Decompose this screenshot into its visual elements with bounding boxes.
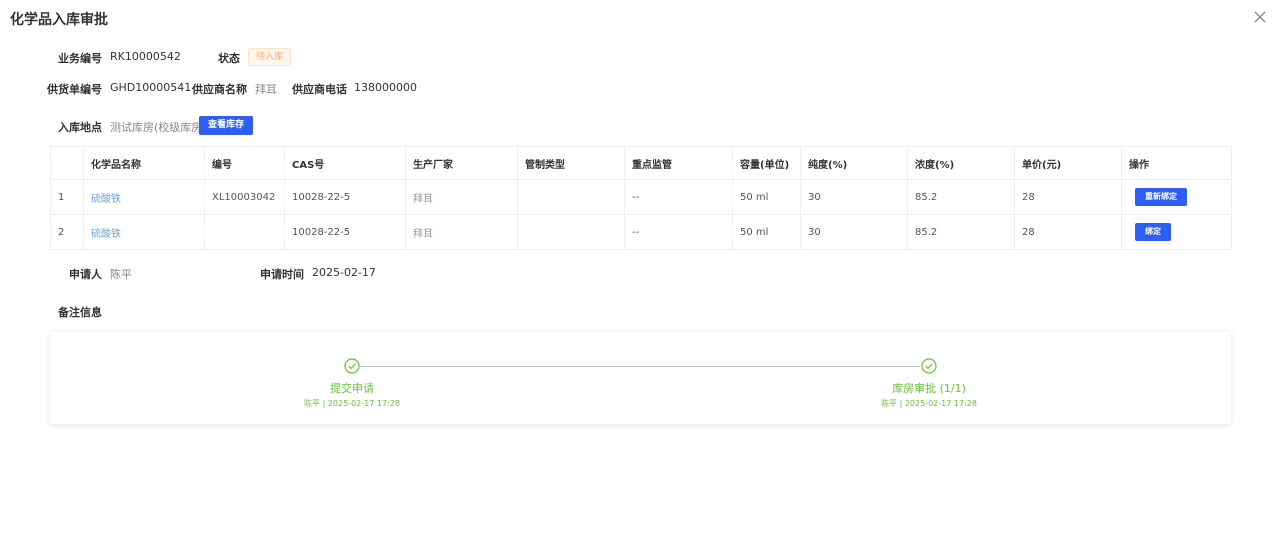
step-submit-meta: 陈平 | 2025-02-17 17:28 — [304, 399, 400, 408]
header-name: 化学品名称 — [83, 146, 205, 180]
remark-label: 备注信息 — [58, 306, 102, 319]
supplier-phone-value: 138000000 — [354, 81, 417, 94]
supplier-phone-label: 供应商电话 — [292, 83, 347, 96]
table-row: 2 硫酸铁 10028-22-5 拜耳 -- 50 ml 30 85.2 28 … — [50, 214, 1232, 250]
table-row: 1 硫酸铁 XL10003042 10028-22-5 拜耳 -- 50 ml … — [50, 179, 1232, 215]
cell-purity: 30 — [800, 179, 908, 215]
cell-control — [517, 214, 625, 250]
supplier-label: 供应商名称 — [192, 83, 247, 96]
location-value: 测试库房(校级库房) — [110, 121, 207, 134]
cell-maker: 拜耳 — [405, 214, 518, 250]
cell-code — [204, 214, 285, 250]
cell-control — [517, 179, 625, 215]
header-action: 操作 — [1121, 146, 1232, 180]
cell-price: 28 — [1014, 214, 1122, 250]
close-icon[interactable] — [1252, 9, 1268, 25]
chemical-table: 化学品名称 编号 CAS号 生产厂家 管制类型 重点监管 容量(单位) 纯度(%… — [50, 146, 1232, 250]
step-approval-title: 库房审批 (1/1) — [892, 382, 966, 395]
business-no-value: RK10000542 — [110, 50, 181, 63]
header-code: 编号 — [204, 146, 285, 180]
cell-concentration: 85.2 — [907, 179, 1015, 215]
approval-steps-card — [50, 332, 1231, 424]
cell-price: 28 — [1014, 179, 1122, 215]
cell-capacity: 50 ml — [732, 179, 801, 215]
bind-button[interactable]: 绑定 — [1135, 223, 1171, 241]
check-circle-icon — [921, 358, 937, 374]
cell-capacity: 50 ml — [732, 214, 801, 250]
cell-index: 2 — [50, 214, 84, 250]
location-label: 入库地点 — [58, 121, 102, 134]
step-approval-meta: 陈平 | 2025-02-17 17:28 — [881, 399, 977, 408]
header-index — [50, 146, 84, 180]
header-control: 管制类型 — [517, 146, 625, 180]
cell-code: XL10003042 — [204, 179, 285, 215]
step-connector — [360, 366, 920, 367]
header-cas: CAS号 — [284, 146, 406, 180]
header-key: 重点监管 — [624, 146, 733, 180]
apply-time-label: 申请时间 — [260, 268, 304, 281]
dialog-title: 化学品入库审批 — [10, 12, 108, 28]
applicant-value: 陈平 — [110, 268, 132, 281]
supply-no-label: 供货单编号 — [47, 83, 102, 96]
cell-index: 1 — [50, 179, 84, 215]
cell-cas: 10028-22-5 — [284, 214, 406, 250]
cell-maker: 拜耳 — [405, 179, 518, 215]
cell-key: -- — [624, 179, 733, 215]
header-concentration: 浓度(%) — [907, 146, 1015, 180]
business-no-label: 业务编号 — [58, 52, 102, 65]
chemical-name-link[interactable]: 硫酸铁 — [83, 179, 205, 215]
cell-concentration: 85.2 — [907, 214, 1015, 250]
table-header-row: 化学品名称 编号 CAS号 生产厂家 管制类型 重点监管 容量(单位) 纯度(%… — [50, 146, 1232, 180]
supply-no-value: GHD10000541 — [110, 81, 192, 94]
rebind-button[interactable]: 重新绑定 — [1135, 188, 1187, 206]
header-price: 单价(元) — [1014, 146, 1122, 180]
status-label: 状态 — [218, 52, 240, 65]
step-submit-title: 提交申请 — [330, 382, 374, 395]
cell-cas: 10028-22-5 — [284, 179, 406, 215]
header-maker: 生产厂家 — [405, 146, 518, 180]
apply-time-value: 2025-02-17 — [312, 266, 376, 279]
status-badge: 待入库 — [248, 48, 292, 66]
cell-key: -- — [624, 214, 733, 250]
header-capacity: 容量(单位) — [732, 146, 801, 180]
check-circle-icon — [344, 358, 360, 374]
supplier-value: 拜耳 — [255, 83, 277, 96]
cell-purity: 30 — [800, 214, 908, 250]
cell-action: 重新绑定 — [1121, 179, 1232, 215]
chemical-name-link[interactable]: 硫酸铁 — [83, 214, 205, 250]
view-stock-button[interactable]: 查看库存 — [199, 116, 253, 135]
header-purity: 纯度(%) — [800, 146, 908, 180]
cell-action: 绑定 — [1121, 214, 1232, 250]
applicant-label: 申请人 — [69, 268, 102, 281]
